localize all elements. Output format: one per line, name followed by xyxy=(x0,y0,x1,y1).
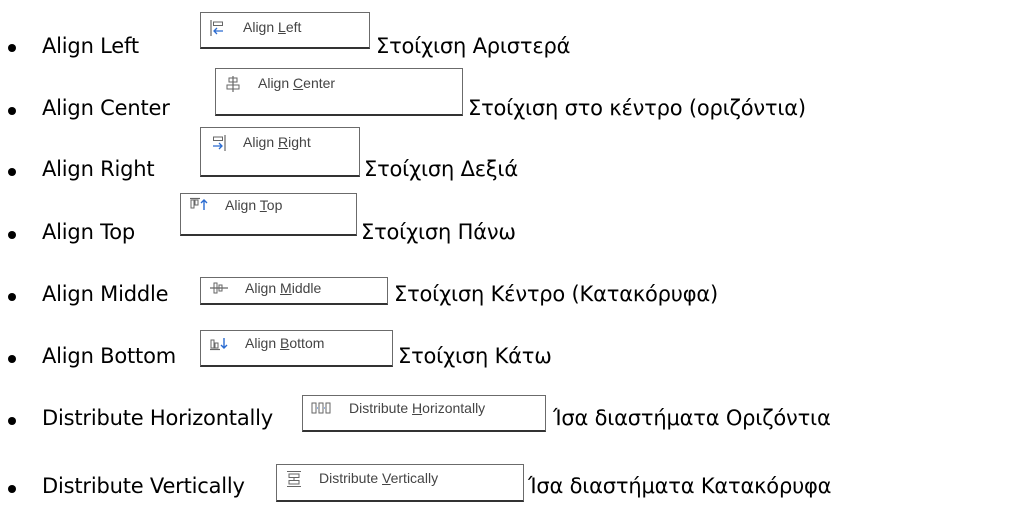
item-label: Distribute Horizontally xyxy=(42,406,274,430)
item-label: Align Top xyxy=(42,220,135,244)
align-bottom-button[interactable]: Align Bottom xyxy=(200,330,393,367)
greek-translation: Ίσα διαστήματα Κατακόρυφα xyxy=(528,474,832,498)
bullet xyxy=(8,417,16,425)
distribute-vertically-icon xyxy=(285,470,303,488)
greek-translation: Στοίχιση Κάτω xyxy=(398,344,552,368)
distribute-horizontally-icon xyxy=(311,400,333,416)
align-middle-icon xyxy=(209,280,229,296)
bullet xyxy=(8,44,16,52)
alignment-commands-list: Align Left Align Left Στοίχιση Αριστερά … xyxy=(0,0,1026,526)
greek-translation: Στοίχιση Αριστερά xyxy=(376,34,571,58)
greek-translation: Στοίχιση Δεξιά xyxy=(364,157,518,181)
item-label: Distribute Vertically xyxy=(42,474,245,498)
bullet xyxy=(8,355,16,363)
item-label: Align Bottom xyxy=(42,344,176,368)
bullet xyxy=(8,231,16,239)
distribute-vertically-button[interactable]: Distribute Vertically xyxy=(276,464,524,502)
greek-translation: Στοίχιση Πάνω xyxy=(361,220,516,244)
bullet xyxy=(8,485,16,493)
item-label: Align Left xyxy=(42,34,139,58)
greek-translation: Στοίχιση Κέντρο (Κατακόρυφα) xyxy=(394,282,719,306)
align-middle-button[interactable]: Align Middle xyxy=(200,277,388,305)
align-top-button[interactable]: Align Top xyxy=(180,193,357,236)
item-label: Align Middle xyxy=(42,282,169,306)
bullet xyxy=(8,293,16,301)
align-bottom-icon xyxy=(209,335,229,351)
align-right-button[interactable]: Align Right xyxy=(200,127,360,177)
greek-translation: Ίσα διαστήματα Οριζόντια xyxy=(553,406,831,430)
greek-translation: Στοίχιση στο κέντρο (οριζόντια) xyxy=(468,96,806,120)
item-label: Align Center xyxy=(42,96,170,120)
align-top-icon xyxy=(189,197,209,213)
align-left-icon xyxy=(209,19,227,37)
item-label: Align Right xyxy=(42,157,155,181)
align-left-button[interactable]: Align Left xyxy=(200,12,370,49)
align-center-icon xyxy=(224,75,242,93)
bullet xyxy=(8,168,16,176)
align-center-button[interactable]: Align Center xyxy=(215,68,463,116)
bullet xyxy=(8,107,16,115)
distribute-horizontally-button[interactable]: Distribute Horizontally xyxy=(302,395,546,432)
align-right-icon xyxy=(209,134,227,152)
